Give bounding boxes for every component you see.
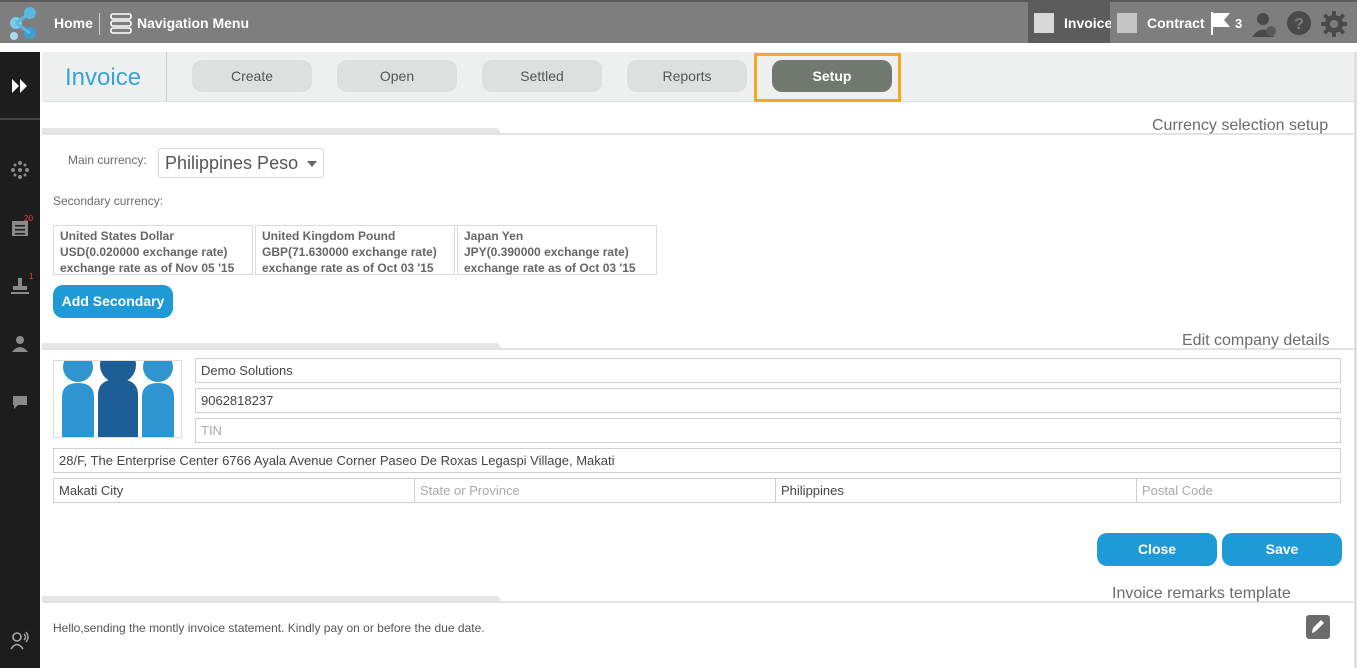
company-section-title: Edit company details [1182,332,1330,349]
tab-contract-label: Contract [1147,15,1205,31]
remarks-section-title: Invoice remarks template [1112,585,1291,602]
pencil-icon [1312,620,1324,633]
dashboard-icon[interactable] [10,160,30,180]
currency-rate: JPY(0.390000 exchange rate) [464,245,629,259]
address-field[interactable]: 28/F, The Enterprise Center 6766 Ayala A… [53,448,1341,473]
tab-invoice-label: Invoice [1064,15,1113,31]
invoice-header: Invoice Create Open Settled Reports Setu… [42,52,1356,102]
main-currency-select[interactable]: Philippines Peso [158,148,324,178]
gear-icon[interactable] [1320,10,1348,38]
currency-name: United States Dollar [60,229,175,243]
user-add-icon[interactable] [1250,10,1278,38]
postal-code-field[interactable]: Postal Code [1136,478,1341,503]
contact-voice-icon[interactable] [10,630,30,650]
svg-text:?: ? [1294,16,1304,33]
navigation-menu-link[interactable]: Navigation Menu [137,15,249,31]
main-currency-value: Philippines Peso [165,153,299,173]
page-title: Invoice [65,64,142,91]
tab-create[interactable]: Create [192,60,312,92]
currency-asof: exchange rate as of Nov 05 '15 [60,261,235,275]
tab-setup[interactable]: Setup [772,60,892,92]
secondary-currency-card[interactable]: United States Dollar USD(0.020000 exchan… [53,225,253,275]
help-icon[interactable]: ? [1285,10,1313,38]
secondary-currency-card[interactable]: Japan Yen JPY(0.390000 exchange rate) ex… [457,225,657,275]
divider [166,52,167,101]
tab-reports[interactable]: Reports [627,60,747,92]
chat-icon[interactable] [10,392,30,412]
currency-rate: USD(0.020000 exchange rate) [60,245,228,259]
save-button[interactable]: Save [1222,533,1342,566]
tab-invoice[interactable]: Invoice [1028,2,1113,43]
currency-asof: exchange rate as of Oct 03 '15 [262,261,434,275]
state-field[interactable]: State or Province [414,478,776,503]
close-button[interactable]: Close [1097,533,1217,566]
home-link[interactable]: Home [54,15,93,31]
grid-icon [1117,13,1137,33]
company-name-field[interactable]: Demo Solutions [195,358,1341,383]
tab-contract[interactable]: Contract [1111,2,1205,43]
double-chevron-right-icon [12,79,27,93]
company-logo-image [62,361,174,437]
currency-name: Japan Yen [464,229,524,243]
edit-remarks-button[interactable] [1306,615,1330,639]
flag-count: 3 [1235,16,1243,31]
secondary-currency-card[interactable]: United Kingdom Pound GBP(71.630000 excha… [255,225,455,275]
stamp-badge: 1 [29,272,34,281]
setup-content: Currency selection setup Main currency: … [42,102,1356,668]
company-logo[interactable] [53,360,182,438]
phone-field[interactable]: 9062818237 [195,388,1341,413]
add-secondary-button[interactable]: Add Secondary [53,285,173,318]
expand-sidebar-button[interactable] [0,52,40,120]
city-field[interactable]: Makati City [53,478,415,503]
app-logo[interactable] [6,5,42,41]
divider [99,13,100,35]
country-field[interactable]: Philippines [775,478,1137,503]
remarks-text: Hello,sending the montly invoice stateme… [53,621,485,635]
main-currency-label: Main currency: [68,153,147,167]
user-icon[interactable] [10,334,30,354]
section-divider [42,348,1356,350]
chevron-down-icon [307,161,317,167]
document-icon [1034,13,1054,33]
stamp-icon[interactable] [10,276,30,296]
top-bar: Home Navigation Menu Invoice Contract 3 … [0,0,1357,43]
secondary-currency-label: Secondary currency: [53,194,164,208]
tab-open[interactable]: Open [337,60,457,92]
tin-field[interactable]: TIN [195,418,1341,443]
flag-icon[interactable] [1210,11,1232,35]
currency-rate: GBP(71.630000 exchange rate) [262,245,437,259]
menu-icon[interactable] [110,12,132,34]
left-sidebar: 20 1 [0,52,40,668]
list-badge: 20 [24,214,33,223]
currency-asof: exchange rate as of Oct 03 '15 [464,261,636,275]
currency-section-title: Currency selection setup [1152,117,1329,134]
tab-settled[interactable]: Settled [482,60,602,92]
currency-name: United Kingdom Pound [262,229,396,243]
